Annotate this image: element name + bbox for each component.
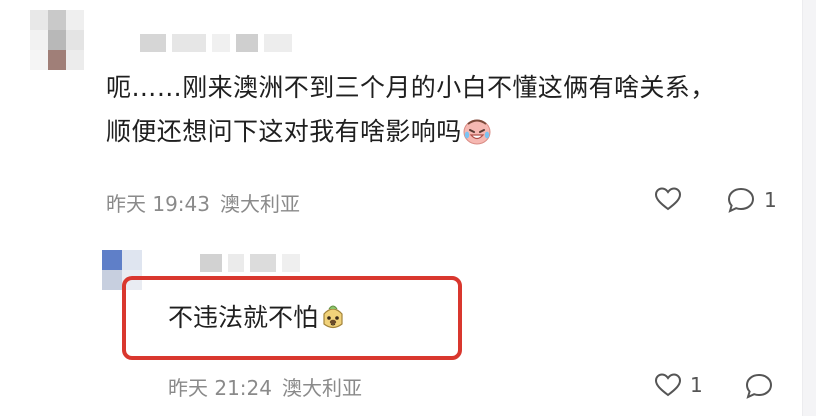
reply-timestamp: 昨天 21:24 [168, 376, 272, 400]
like-button[interactable] [654, 186, 682, 212]
reply-like-button[interactable]: 1 [654, 372, 703, 398]
reply-location: 澳大利亚 [282, 376, 362, 400]
reply-text: 不违法就不怕 [168, 300, 348, 336]
comment-text: 呃……刚来澳洲不到三个月的小白不懂这俩有啥关系， 顺便还想问下这对我有啥影响吗 [106, 66, 786, 154]
avatar[interactable] [30, 10, 84, 70]
comment-line-1: 呃……刚来澳洲不到三个月的小白不懂这俩有啥关系， [106, 73, 716, 102]
reply-button[interactable]: 1 [726, 186, 777, 214]
dog-face-icon [323, 305, 343, 329]
comment-line-2-text: 顺便还想问下这对我有啥影响吗 [106, 117, 462, 146]
scrollbar[interactable] [802, 0, 816, 416]
comment-bubble-icon [745, 373, 773, 399]
reply-meta: 昨天 21:24 澳大利亚 [168, 372, 362, 401]
heart-icon [654, 187, 682, 211]
like-count: 1 [690, 373, 703, 397]
reply-username-blurred[interactable] [200, 254, 300, 272]
username-blurred[interactable] [140, 34, 292, 52]
comment-bubble-icon [727, 187, 755, 213]
comment-line-2: 顺便还想问下这对我有啥影响吗 [106, 110, 786, 154]
location: 澳大利亚 [220, 192, 300, 216]
comment-meta: 昨天 19:43 澳大利亚 [106, 188, 300, 217]
comment-thread: 呃……刚来澳洲不到三个月的小白不懂这俩有啥关系， 顺便还想问下这对我有啥影响吗 … [0, 0, 816, 416]
comment-count: 1 [764, 188, 777, 212]
reply-text-content: 不违法就不怕 [168, 303, 319, 332]
crying-laughing-face-icon [463, 119, 491, 145]
heart-icon [654, 373, 682, 397]
timestamp: 昨天 19:43 [106, 192, 210, 216]
reply-reply-button[interactable] [744, 372, 774, 400]
